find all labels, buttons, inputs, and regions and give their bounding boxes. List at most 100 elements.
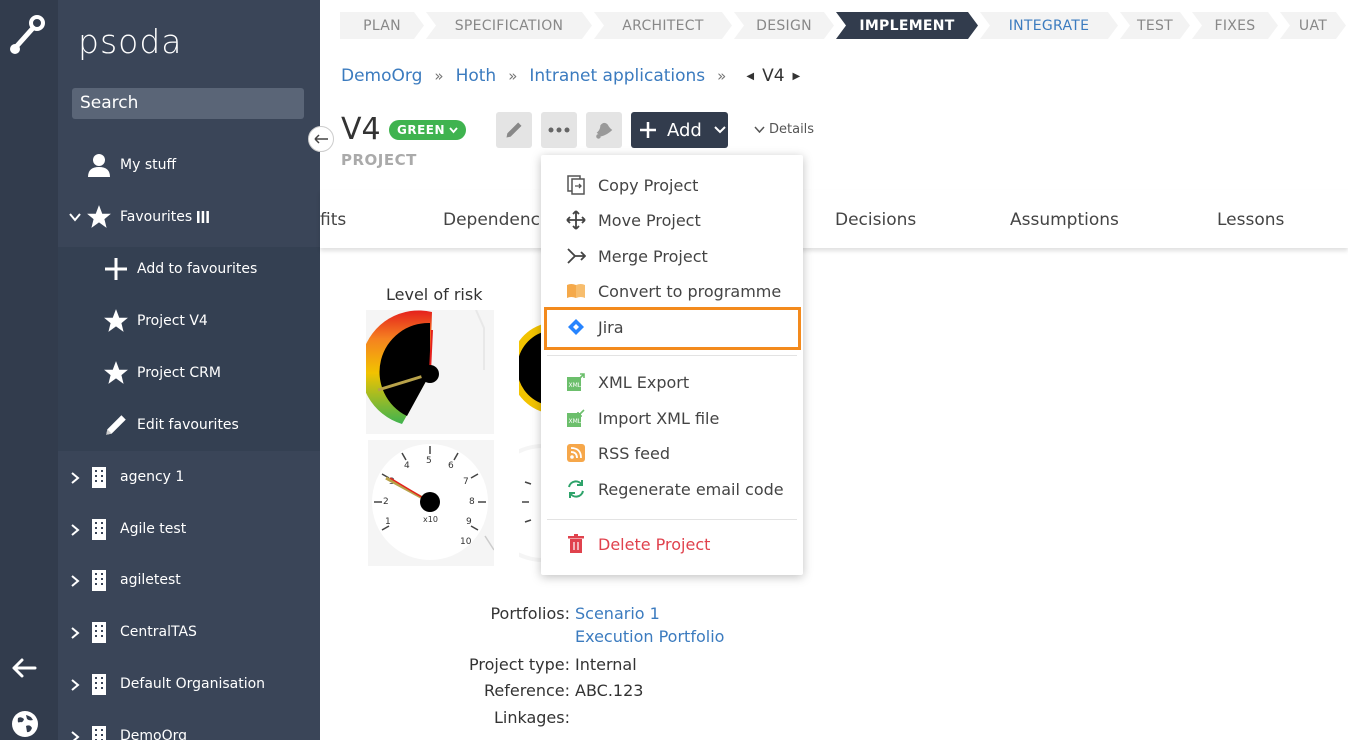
previous-sibling-icon[interactable]: ◀ — [746, 71, 754, 82]
status-badge-label: GREEN — [397, 123, 446, 137]
collapse-sidebar-button[interactable] — [308, 126, 334, 152]
stage-test[interactable]: TEST — [1120, 12, 1190, 39]
project-type-key: Project type: — [469, 655, 570, 674]
portfolios-key: Portfolios: — [490, 604, 570, 623]
sidebar-item-edit-favourites[interactable]: Edit favourites — [58, 399, 320, 451]
linkages-key: Linkages: — [493, 708, 570, 727]
notification-button[interactable] — [586, 112, 622, 148]
sidebar-org-item[interactable]: agency 1 — [58, 451, 320, 503]
chevron-right-icon[interactable] — [69, 524, 81, 536]
stage-specification[interactable]: SPECIFICATION — [426, 12, 592, 39]
details-toggle[interactable]: Details — [754, 122, 814, 137]
back-arrow-icon[interactable] — [10, 656, 38, 680]
sidebar-org-item[interactable]: Agile test — [58, 503, 320, 555]
stage-uat[interactable]: UAT — [1280, 12, 1346, 39]
add-button-label: Add — [667, 119, 702, 141]
menu-item-delete-project[interactable]: Delete Project — [541, 529, 803, 559]
icon-rail — [0, 0, 58, 740]
stage-integrate[interactable]: INTEGRATE — [980, 12, 1118, 39]
chevron-right-icon[interactable] — [69, 731, 81, 740]
sidebar-item-label: Edit favourites — [137, 417, 239, 433]
breadcrumb-separator: » — [508, 67, 518, 85]
stage-fixes[interactable]: FIXES — [1192, 12, 1278, 39]
chevron-right-icon[interactable] — [69, 575, 81, 587]
sidebar-item-project-v4[interactable]: Project V4 — [58, 295, 320, 347]
menu-item-rss-feed[interactable]: RSS feed — [541, 438, 803, 468]
sidebar-item-label: agiletest — [120, 572, 181, 588]
breadcrumb-item[interactable]: Intranet applications — [529, 66, 705, 86]
menu-item-regenerate-email[interactable]: Regenerate email code — [541, 474, 803, 504]
building-icon — [86, 567, 112, 593]
sidebar-item-project-crm[interactable]: Project CRM — [58, 347, 320, 399]
menu-item-convert-to-programme[interactable]: Convert to programme — [541, 276, 803, 306]
tab-lessons[interactable]: Lessons — [1217, 210, 1284, 230]
sidebar-org-item[interactable]: agiletest — [58, 554, 320, 606]
page-title: V4 — [341, 112, 381, 147]
risk-gauge — [366, 310, 494, 434]
tab-assumptions[interactable]: Assumptions — [1010, 210, 1119, 230]
svg-text:8: 8 — [469, 497, 475, 507]
stage-architect[interactable]: ARCHITECT — [594, 12, 732, 39]
bell-icon — [596, 122, 613, 139]
more-button[interactable] — [541, 112, 577, 148]
book-icon — [565, 280, 587, 302]
sidebar-org-item[interactable]: Default Organisation — [58, 658, 320, 710]
xml-import-icon: XML — [565, 407, 587, 429]
chevron-right-icon[interactable] — [69, 627, 81, 639]
menu-item-xml-export[interactable]: XML XML Export — [541, 367, 803, 397]
psoda-logo-icon[interactable] — [6, 14, 46, 58]
plus-icon — [640, 122, 656, 138]
sidebar-item-my-stuff[interactable]: My stuff — [58, 139, 320, 191]
sidebar-item-label: Agile test — [120, 521, 187, 537]
stage-implement[interactable]: IMPLEMENT — [836, 12, 978, 39]
svg-text:4: 4 — [404, 461, 410, 471]
tab-benefits[interactable]: fits — [320, 210, 346, 230]
menu-item-import-xml[interactable]: XML Import XML file — [541, 403, 803, 433]
stage-design[interactable]: DESIGN — [734, 12, 834, 39]
sidebar-item-label: Favourites — [120, 209, 193, 225]
menu-item-label: RSS feed — [598, 443, 670, 463]
breadcrumb-item[interactable]: DemoOrg — [341, 66, 422, 86]
portfolio-link[interactable]: Scenario 1 — [575, 604, 660, 623]
chevron-right-icon[interactable] — [69, 679, 81, 691]
search-input[interactable]: Search — [72, 88, 304, 119]
project-type-value: Internal — [575, 655, 637, 674]
svg-text:XML: XML — [569, 382, 582, 389]
add-button[interactable]: Add — [631, 112, 728, 148]
sidebar-item-label: Default Organisation — [120, 676, 266, 692]
building-icon — [86, 723, 112, 740]
chevron-down-icon[interactable] — [69, 211, 81, 223]
menu-item-label: Regenerate email code — [598, 479, 784, 499]
reference-value: ABC.123 — [575, 681, 644, 700]
building-icon — [86, 671, 112, 697]
brand-logo[interactable]: psoda — [78, 22, 183, 61]
svg-text:XML: XML — [569, 418, 582, 425]
menu-item-label: Import XML file — [598, 408, 720, 428]
sidebar-org-item[interactable]: CentralTAS — [58, 606, 320, 658]
chevron-down-icon — [449, 126, 458, 133]
sidebar-item-add-favourite[interactable]: Add to favourites — [58, 243, 320, 295]
sidebar: psoda Search My stuff Favourites Add to … — [58, 0, 320, 740]
breadcrumb-item[interactable]: Hoth — [456, 66, 497, 86]
menu-item-move-project[interactable]: Move Project — [541, 205, 803, 235]
pencil-icon — [506, 122, 522, 138]
breadcrumb-current: V4 — [762, 66, 785, 86]
status-badge[interactable]: GREEN — [389, 120, 467, 140]
chevron-right-icon[interactable] — [69, 472, 81, 484]
menu-item-copy-project[interactable]: Copy Project — [541, 170, 803, 200]
menu-item-merge-project[interactable]: Merge Project — [541, 241, 803, 271]
next-sibling-icon[interactable]: ▶ — [793, 71, 801, 82]
sidebar-item-label: Add to favourites — [137, 261, 258, 277]
plus-icon — [103, 256, 129, 282]
reorder-icon[interactable] — [190, 204, 216, 230]
sidebar-item-favourites[interactable]: Favourites — [58, 191, 320, 243]
tab-decisions[interactable]: Decisions — [835, 210, 916, 230]
globe-icon[interactable] — [11, 710, 39, 738]
edit-button[interactable] — [496, 112, 532, 148]
svg-text:9: 9 — [466, 517, 472, 527]
sidebar-org-item[interactable]: DemoOrg — [58, 710, 320, 740]
menu-divider — [547, 355, 797, 356]
stage-plan[interactable]: PLAN — [340, 12, 424, 39]
portfolio-link[interactable]: Execution Portfolio — [575, 627, 724, 646]
sidebar-item-label: Project V4 — [137, 313, 208, 329]
